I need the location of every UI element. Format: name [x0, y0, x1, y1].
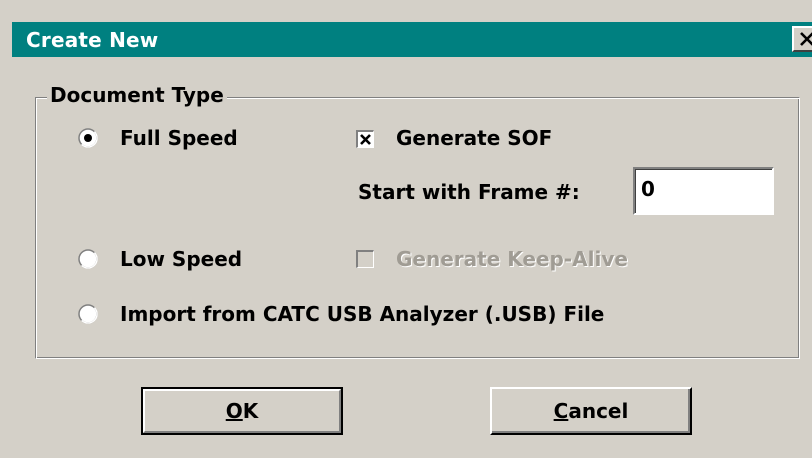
start-frame-label: Start with Frame #:: [358, 180, 580, 204]
create-new-dialog: Create New Document Type Full Speed Gene…: [0, 0, 812, 458]
import-usb-label[interactable]: Import from CATC USB Analyzer (.USB) Fil…: [120, 301, 604, 327]
start-frame-input[interactable]: 0: [633, 167, 774, 215]
close-button[interactable]: [792, 26, 812, 52]
low-speed-radio[interactable]: [78, 249, 98, 269]
cancel-mnemonic: C: [553, 399, 569, 423]
full-speed-label[interactable]: Full Speed: [120, 125, 238, 151]
ok-mnemonic: O: [225, 399, 243, 423]
generate-sof-label[interactable]: Generate SOF: [396, 125, 552, 151]
cancel-button-label: Cancel: [554, 399, 629, 423]
title-bar[interactable]: Create New: [12, 22, 812, 57]
ok-label-rest: K: [242, 399, 259, 423]
dialog-body: Document Type Full Speed Generate SOF St…: [12, 57, 812, 458]
cancel-button[interactable]: Cancel: [490, 387, 692, 435]
generate-sof-checkbox[interactable]: [356, 130, 374, 148]
cancel-label-rest: ancel: [568, 399, 629, 423]
checkmark-x-icon: [360, 134, 371, 145]
generate-keep-alive-label[interactable]: Generate Keep-Alive: [396, 246, 628, 272]
dialog-title: Create New: [26, 28, 159, 52]
low-speed-label[interactable]: Low Speed: [120, 246, 242, 272]
import-usb-radio[interactable]: [78, 304, 98, 324]
ok-button-label: OK: [226, 399, 259, 423]
close-x-icon: [800, 32, 812, 46]
ok-button[interactable]: OK: [141, 387, 343, 435]
generate-keep-alive-checkbox[interactable]: [356, 250, 374, 268]
full-speed-radio[interactable]: [78, 128, 98, 148]
group-legend: Document Type: [47, 82, 227, 108]
